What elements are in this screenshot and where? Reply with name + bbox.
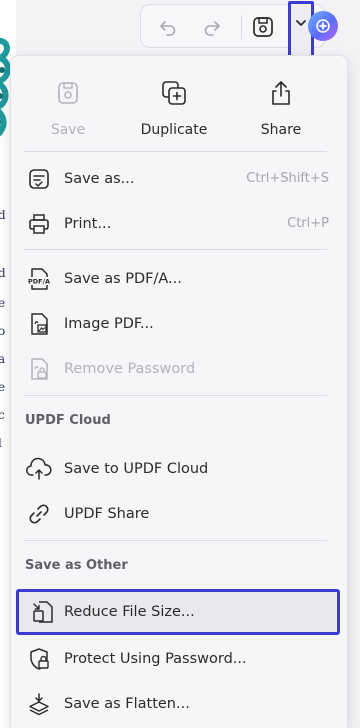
save-options-menu: Save Duplicate Share Save as... Ctrl+Shi… <box>10 55 348 728</box>
save-as-icon <box>29 169 49 189</box>
image-pdf-label: Image PDF... <box>64 315 154 332</box>
share-label: Share <box>260 122 302 138</box>
print-label: Print... <box>64 215 112 232</box>
document-text-fragment: c <box>0 408 5 422</box>
save-as-item[interactable]: Save as... Ctrl+Shift+S <box>11 156 347 201</box>
save-icon <box>253 17 273 37</box>
cloud-upload-icon <box>26 457 52 480</box>
image-pdf-icon <box>31 313 48 335</box>
save-as-pdfa-label: Save as PDF/A... <box>64 270 182 287</box>
updf-share-label: UPDF Share <box>64 505 150 522</box>
document-text-fragment: d <box>0 266 6 280</box>
share-button[interactable]: Share <box>236 78 326 138</box>
ai-assistant-button[interactable] <box>308 11 338 41</box>
image-pdf-item[interactable]: Image PDF... <box>11 301 347 346</box>
toolbar-separator <box>241 15 242 39</box>
menu-divider <box>24 151 327 152</box>
reduce-file-size-label: Reduce File Size... <box>64 604 195 620</box>
document-text-fragment: o <box>0 324 6 338</box>
updf-share-item[interactable]: UPDF Share <box>11 491 347 536</box>
ai-assistant-icon <box>316 19 330 33</box>
document-text-fragment: l <box>0 436 2 450</box>
top-toolbar <box>16 0 360 59</box>
quick-actions: Save Duplicate Share <box>11 56 347 151</box>
other-section-title: Save as Other <box>25 558 128 573</box>
duplicate-button[interactable]: Duplicate <box>129 78 219 138</box>
save-to-cloud-item[interactable]: Save to UPDF Cloud <box>11 446 347 491</box>
redo-icon <box>204 21 220 36</box>
document-text-fragment: a <box>0 352 6 366</box>
remove-password-icon <box>31 358 48 380</box>
save-as-pdfa-item[interactable]: PDF/A Save as PDF/A... <box>11 256 347 301</box>
shield-lock-icon <box>30 648 49 670</box>
print-item[interactable]: Print... Ctrl+P <box>11 201 347 246</box>
save-button[interactable] <box>249 13 277 41</box>
quick-save-label: Save <box>50 122 86 138</box>
duplicate-icon <box>162 81 186 105</box>
svg-text:PDF/A: PDF/A <box>28 278 50 286</box>
save-as-shortcut: Ctrl+Shift+S <box>246 171 329 186</box>
link-icon <box>29 504 49 524</box>
document-text-fragment: e <box>0 296 6 310</box>
save-as-flatten-item[interactable]: Save as Flatten... <box>11 681 347 726</box>
print-shortcut: Ctrl+P <box>287 216 329 231</box>
redo-button[interactable] <box>199 14 225 40</box>
quick-save-button[interactable]: Save <box>23 78 113 138</box>
save-as-flatten-label: Save as Flatten... <box>64 695 190 712</box>
share-icon <box>272 81 290 105</box>
document-text-fragment: e <box>0 380 6 394</box>
protect-password-item[interactable]: Protect Using Password... <box>11 636 347 681</box>
remove-password-item[interactable]: Remove Password <box>11 346 347 391</box>
protect-password-label: Protect Using Password... <box>64 650 247 667</box>
flatten-layers-icon <box>29 693 49 716</box>
cloud-section-title: UPDF Cloud <box>25 413 111 428</box>
save-as-label: Save as... <box>64 170 135 187</box>
document-text-fragment: d <box>0 208 6 222</box>
reduce-size-icon <box>33 601 53 623</box>
menu-divider <box>24 540 327 541</box>
duplicate-label: Duplicate <box>140 122 208 138</box>
undo-button[interactable] <box>155 14 181 40</box>
undo-icon <box>160 21 176 36</box>
chevron-down-icon <box>296 20 306 26</box>
printer-icon <box>29 214 49 234</box>
menu-divider <box>24 249 327 250</box>
pdfa-icon: PDF/A <box>28 268 50 290</box>
remove-password-label: Remove Password <box>64 360 196 377</box>
save-icon <box>58 82 78 104</box>
reduce-file-size-item[interactable]: Reduce File Size... <box>16 589 340 635</box>
save-to-cloud-label: Save to UPDF Cloud <box>64 460 209 477</box>
menu-divider <box>24 395 327 396</box>
